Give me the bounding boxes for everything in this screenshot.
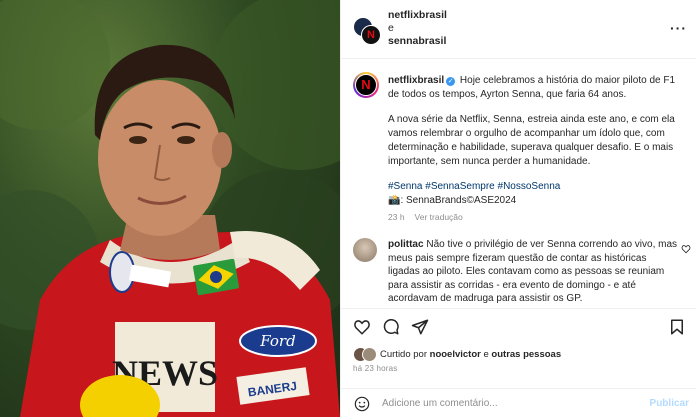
- caption-avatar[interactable]: N: [353, 72, 379, 98]
- caption-body: netflixbrasil ✓ Hoje celebramos a históri…: [388, 74, 688, 224]
- comment-body: polittac Não tive o privilégio de ver Se…: [388, 238, 678, 306]
- likes-connector: e: [483, 349, 489, 360]
- caption-paragraph: A nova série da Netflix, Senna, estreia …: [388, 114, 675, 167]
- save-bookmark-icon[interactable]: [668, 318, 686, 336]
- commenter-avatar[interactable]: [353, 238, 377, 262]
- post-detail-panel: N netflixbrasil e sennabrasil ··· N netf…: [340, 0, 696, 417]
- see-translation-link[interactable]: Ver tradução: [415, 212, 463, 222]
- caption-age: 23 h: [388, 212, 405, 222]
- liker-avatar[interactable]: [362, 347, 377, 362]
- comment-text: Não tive o privilégio de ver Senna corre…: [388, 239, 678, 304]
- caption-meta: 23 h Ver tradução: [388, 210, 688, 224]
- comment-like-heart-icon[interactable]: [681, 244, 691, 254]
- account-netflixbrasil-link[interactable]: netflixbrasil: [388, 9, 447, 22]
- add-comment-input[interactable]: [382, 395, 632, 412]
- post-timestamp[interactable]: há 23 horas: [353, 364, 397, 373]
- comment-bubble-icon[interactable]: [382, 318, 400, 336]
- add-comment-bar: Publicar: [341, 388, 696, 418]
- account-sennabrasil-link[interactable]: sennabrasil: [388, 35, 447, 48]
- verified-badge-icon: ✓: [446, 77, 456, 86]
- liker-username-link[interactable]: nooelvictor: [430, 349, 481, 360]
- ford-badge-text: Ford: [259, 332, 295, 350]
- post-header: N netflixbrasil e sennabrasil ···: [341, 0, 696, 59]
- collab-accounts: netflixbrasil e sennabrasil: [388, 9, 447, 48]
- likes-summary: Curtido por nooelvictor e outras pessoas: [341, 344, 696, 364]
- caption-username[interactable]: netflixbrasil: [388, 75, 444, 86]
- senna-portrait-illustration: Ford BANERJ NEWS: [0, 0, 340, 417]
- caption-credit: 📸: SennaBrands©ASE2024: [388, 195, 517, 206]
- netflixbrasil-avatar[interactable]: N: [361, 25, 381, 45]
- other-likers-link[interactable]: outras pessoas: [491, 349, 561, 360]
- share-send-icon[interactable]: [411, 318, 429, 336]
- like-heart-icon[interactable]: [353, 318, 371, 336]
- more-options-icon[interactable]: ···: [670, 20, 687, 36]
- likes-text: Curtido por nooelvictor e outras pessoas: [380, 349, 561, 360]
- post-photo[interactable]: Ford BANERJ NEWS: [0, 0, 340, 417]
- netflix-logo-icon: N: [355, 74, 377, 96]
- post-actions: [341, 308, 696, 345]
- emoji-smiley-icon[interactable]: [354, 396, 370, 412]
- comment-username[interactable]: polittac: [388, 239, 424, 250]
- likes-prefix: Curtido por: [380, 349, 427, 360]
- caption-hashtags[interactable]: #Senna #SennaSempre #NossoSenna: [388, 180, 688, 194]
- post-comment-button[interactable]: Publicar: [650, 398, 689, 409]
- collab-connector: e: [388, 22, 394, 34]
- collab-avatars[interactable]: N: [353, 17, 381, 45]
